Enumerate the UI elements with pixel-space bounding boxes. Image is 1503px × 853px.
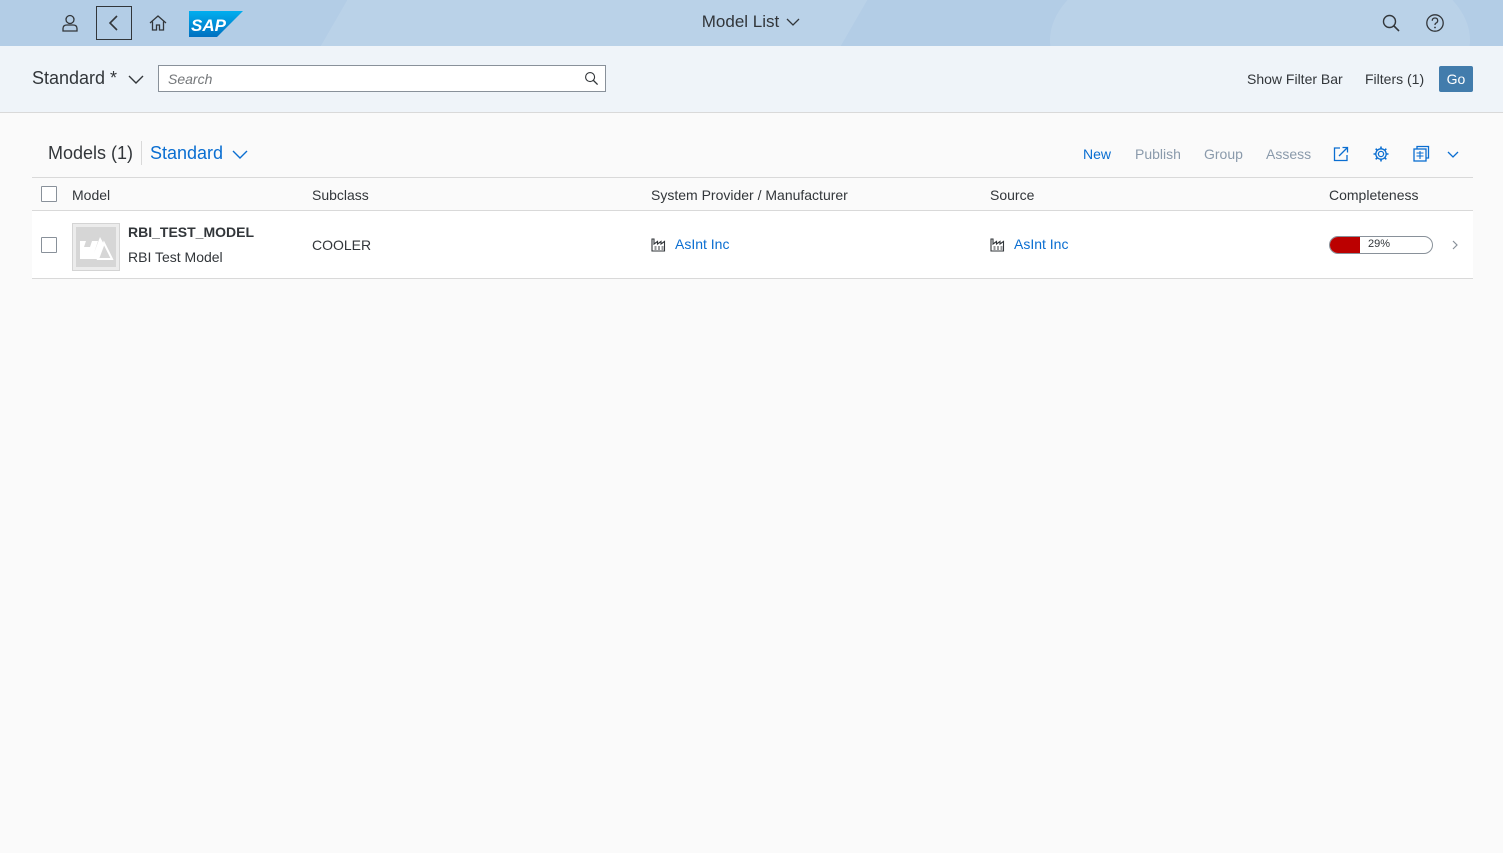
filters-button[interactable]: Filters (1) — [1365, 71, 1424, 87]
chevron-down-icon — [128, 75, 144, 84]
column-header-completeness[interactable]: Completeness — [1329, 187, 1419, 203]
completeness-label: 29% — [1368, 238, 1391, 250]
chevron-down-icon — [786, 18, 800, 26]
model-description: RBI Test Model — [128, 249, 223, 265]
share-button[interactable] — [1331, 144, 1351, 164]
user-button[interactable] — [52, 6, 88, 40]
filter-bar: Standard * Show Filter Bar Filters (1) G… — [0, 46, 1503, 113]
column-header-provider[interactable]: System Provider / Manufacturer — [651, 187, 848, 203]
source-name: AsInt Inc — [1014, 236, 1069, 252]
source-link[interactable]: AsInt Inc — [990, 236, 1068, 252]
completeness-progress-bar: 29% — [1329, 236, 1433, 254]
table-title: Models (1) — [48, 143, 134, 163]
select-all-checkbox[interactable] — [41, 186, 57, 202]
new-button[interactable]: New — [1083, 146, 1111, 162]
factory-icon — [651, 238, 666, 252]
back-icon — [108, 15, 118, 31]
app-title-menu[interactable]: Model List — [702, 12, 801, 32]
column-header-subclass[interactable]: Subclass — [312, 187, 369, 203]
show-filter-bar-button[interactable]: Show Filter Bar — [1247, 71, 1343, 87]
chevron-down-icon — [1447, 151, 1459, 158]
provider-link[interactable]: AsInt Inc — [651, 236, 729, 252]
image-placeholder-icon — [76, 227, 116, 267]
model-id: RBI_TEST_MODEL — [128, 224, 255, 240]
column-header-source[interactable]: Source — [990, 187, 1034, 203]
table-variant-selector[interactable]: Standard — [150, 143, 249, 164]
page-variant-selector[interactable]: Standard * — [32, 68, 145, 89]
search-submit-button[interactable] — [577, 66, 605, 91]
export-button[interactable] — [1411, 144, 1431, 164]
sap-logo[interactable]: SAP — [189, 11, 243, 37]
search-input[interactable] — [159, 70, 577, 87]
toolbar-separator — [141, 141, 142, 165]
help-icon — [1426, 14, 1444, 32]
factory-icon — [990, 238, 1005, 252]
share-icon — [1333, 146, 1349, 162]
user-icon — [62, 14, 78, 32]
go-button[interactable]: Go — [1439, 66, 1473, 92]
chevron-down-icon — [232, 150, 248, 159]
assess-button[interactable]: Assess — [1266, 146, 1311, 162]
shell-search-button[interactable] — [1373, 6, 1409, 40]
search-field — [158, 65, 606, 92]
search-icon — [584, 72, 598, 86]
row-checkbox[interactable] — [41, 237, 57, 253]
back-button[interactable] — [96, 6, 132, 40]
settings-button[interactable] — [1371, 144, 1391, 164]
subclass-value: COOLER — [312, 237, 372, 253]
table-variant-label: Standard — [150, 143, 224, 163]
page-variant-label: Standard * — [32, 68, 118, 88]
table-row[interactable]: RBI_TEST_MODEL RBI Test Model COOLER AsI… — [32, 211, 1473, 279]
publish-button[interactable]: Publish — [1135, 146, 1181, 162]
progress-fill — [1330, 237, 1360, 253]
search-icon — [1382, 14, 1400, 32]
export-menu-button[interactable] — [1443, 144, 1463, 164]
chevron-right-icon[interactable] — [1448, 237, 1462, 253]
group-button[interactable]: Group — [1204, 146, 1243, 162]
svg-text:SAP: SAP — [191, 16, 227, 35]
table-header: Model Subclass System Provider / Manufac… — [32, 177, 1473, 211]
app-title: Model List — [701, 12, 780, 31]
model-thumbnail — [72, 223, 120, 271]
gear-icon — [1373, 146, 1389, 162]
help-button[interactable] — [1417, 6, 1453, 40]
home-icon — [149, 15, 167, 31]
shell-bar: SAP Model List — [0, 0, 1503, 46]
export-to-spreadsheet-icon — [1413, 145, 1430, 162]
column-header-model[interactable]: Model — [72, 187, 110, 203]
provider-name: AsInt Inc — [675, 236, 730, 252]
home-button[interactable] — [140, 6, 176, 40]
